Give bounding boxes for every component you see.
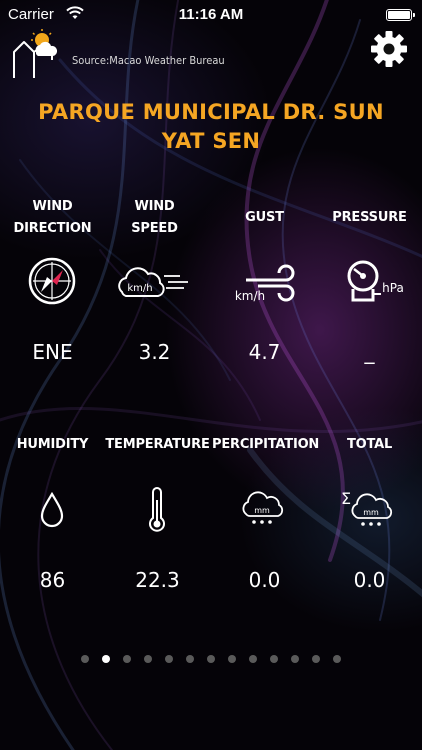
battery-icon — [386, 9, 415, 21]
droplet-icon — [40, 491, 64, 528]
page-dot[interactable] — [228, 655, 236, 663]
status-bar: Carrier 11:16 AM — [0, 0, 422, 30]
gust-icon: km/h — [235, 264, 295, 303]
page-dot[interactable] — [81, 655, 89, 663]
unit-label: mm — [363, 508, 379, 517]
station-name: PARQUE MUNICIPAL DR. SUN YAT SEN — [38, 100, 384, 153]
page-dot[interactable] — [270, 655, 278, 663]
metric-label: WIND — [32, 199, 73, 214]
metric-label: TOTAL — [346, 437, 393, 452]
page-dot[interactable] — [249, 655, 257, 663]
rain-cloud-icon: mm — [242, 491, 284, 524]
battery-fill — [388, 11, 410, 19]
unit-label: km/h — [127, 283, 152, 294]
page-dot[interactable] — [165, 655, 173, 663]
metric-label: WIND — [134, 199, 175, 214]
page-dot[interactable] — [186, 655, 194, 663]
unit-label: mm — [254, 506, 270, 515]
compass-icon — [28, 257, 76, 305]
metric-label: GUST — [245, 210, 284, 225]
status-time: 11:16 AM — [178, 6, 244, 23]
page-dot[interactable] — [123, 655, 131, 663]
unit-label: km/h — [235, 289, 265, 303]
metric-label: PRESSURE — [332, 210, 407, 225]
thermometer-icon — [149, 487, 165, 532]
metric-value: 0.0 — [353, 568, 386, 592]
metric-value: 86 — [39, 568, 66, 592]
page-dot[interactable] — [291, 655, 299, 663]
page-dot[interactable] — [144, 655, 152, 663]
data-source-label: Source:Macao Weather Bureau — [72, 54, 225, 67]
unit-label: hPa — [382, 281, 404, 295]
metric-value: _ — [364, 340, 375, 364]
wind-speed-icon: km/h — [118, 267, 188, 297]
metric-value: 3.2 — [138, 340, 171, 364]
page-dot[interactable] — [333, 655, 341, 663]
total-rain-cloud-icon: Σ mm — [341, 489, 393, 526]
metric-label-line2: DIRECTION — [13, 221, 92, 236]
metric-value: 4.7 — [248, 340, 281, 364]
sigma-glyph: Σ — [341, 489, 351, 508]
metric-label-line2: SPEED — [131, 221, 178, 236]
app-logo-icon — [13, 29, 58, 78]
page-indicator[interactable] — [0, 655, 422, 665]
metric-value: 0.0 — [248, 568, 281, 592]
page-dot[interactable] — [312, 655, 320, 663]
metric-value: ENE — [32, 340, 73, 364]
page-dot[interactable] — [207, 655, 215, 663]
metric-label: PERCIPITATION — [212, 437, 320, 452]
pressure-gauge-icon: hPa — [347, 260, 404, 302]
metric-label: TEMPERATURE — [105, 437, 210, 452]
metric-label: HUMIDITY — [16, 437, 89, 452]
metric-value: 22.3 — [135, 568, 180, 592]
settings-gear-icon[interactable] — [370, 30, 408, 68]
page-dot[interactable] — [102, 655, 110, 663]
